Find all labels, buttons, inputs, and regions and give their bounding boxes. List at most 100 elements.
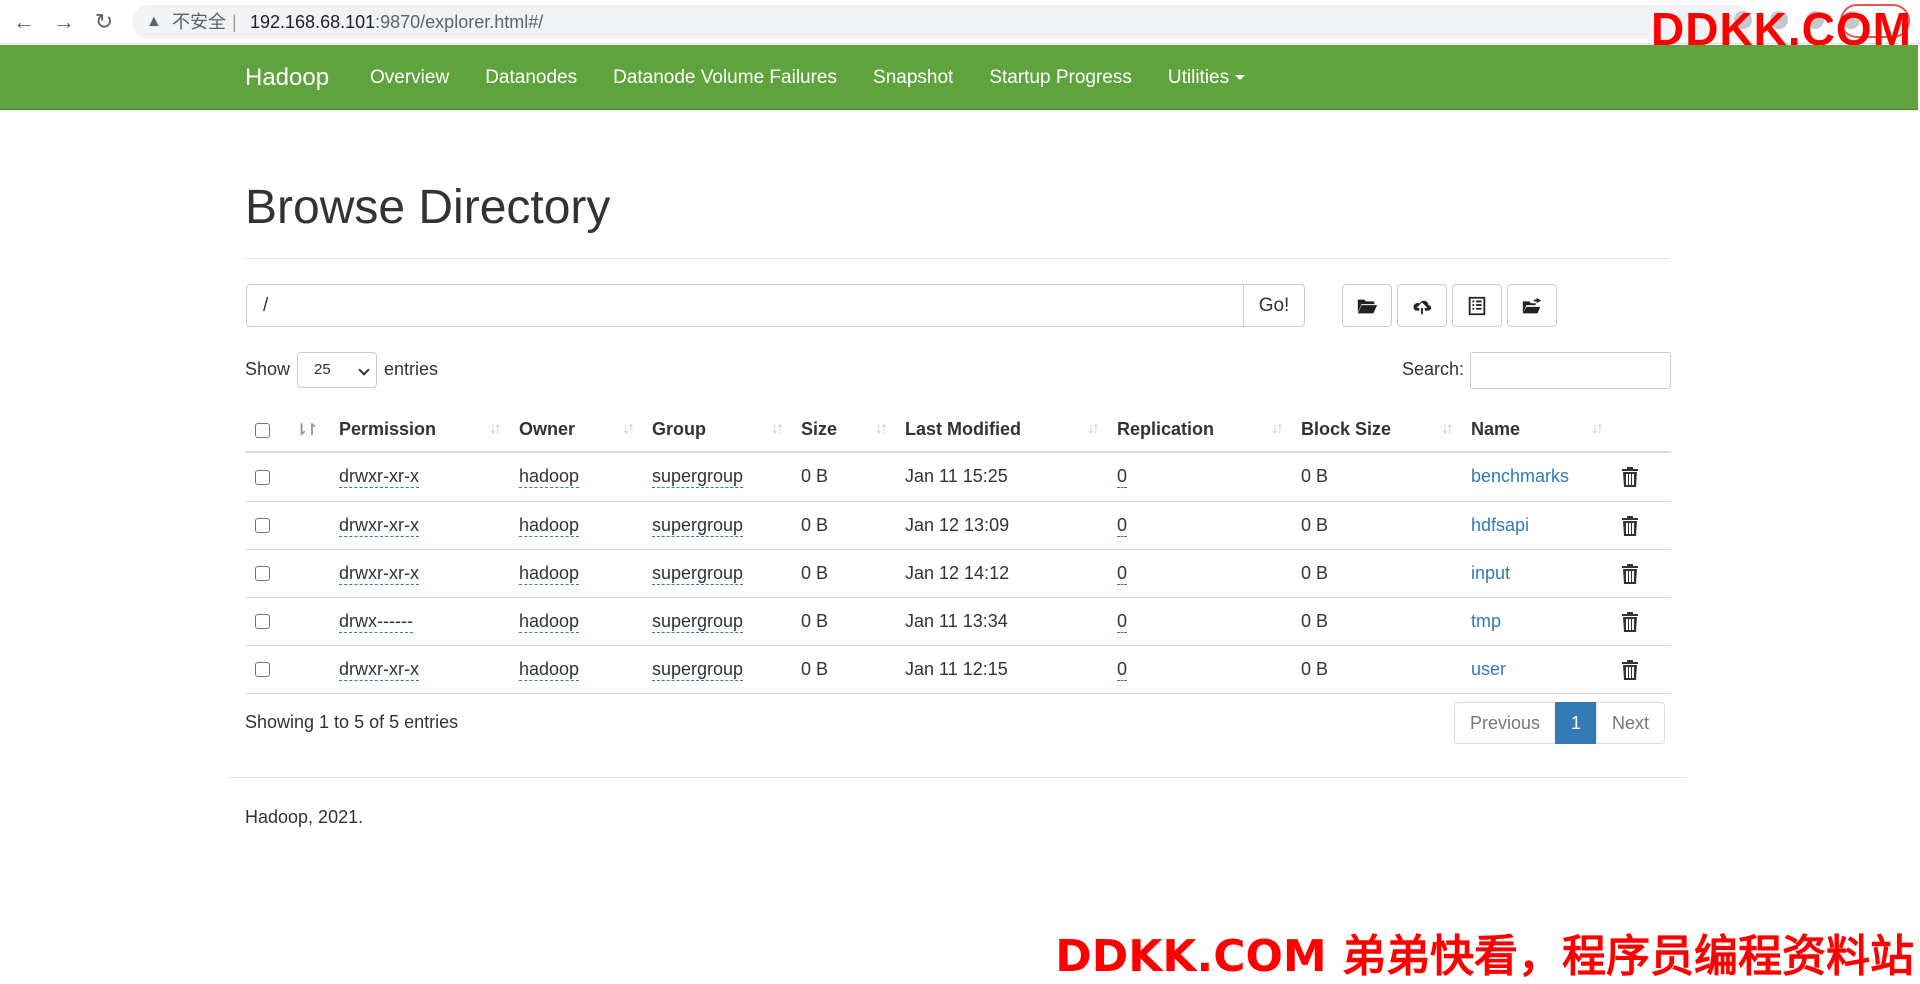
permission-cell[interactable]: drwxr-xr-x (339, 562, 419, 585)
group-cell[interactable]: supergroup (652, 514, 744, 537)
browser-toolbar: ← → ↻ ▲ 不安全 | 192.168.68.101:9870/explore… (0, 0, 1920, 44)
page-size-select[interactable]: 25 (297, 352, 377, 388)
block-size-cell: 0 B (1291, 452, 1461, 502)
nav-snapshot[interactable]: Snapshot (855, 45, 971, 110)
row-checkbox[interactable] (255, 518, 270, 534)
col-block-size[interactable]: Block Size ↓↑ (1291, 408, 1461, 453)
replication-cell[interactable]: 0 (1117, 466, 1128, 489)
name-link[interactable]: input (1471, 563, 1510, 583)
col-permission[interactable]: Permission ↓↑ (329, 408, 509, 453)
row-checkbox[interactable] (255, 614, 270, 630)
forward-icon[interactable]: → (48, 6, 80, 38)
owner-cell[interactable]: hadoop (519, 466, 580, 489)
name-link[interactable]: benchmarks (1471, 466, 1569, 486)
permission-cell[interactable]: drwxr-xr-x (339, 514, 419, 537)
delete-button[interactable] (1611, 501, 1671, 550)
navbar-brand[interactable]: Hadoop (245, 45, 329, 110)
trash-icon (1622, 611, 1638, 632)
reload-icon[interactable]: ↻ (88, 6, 120, 38)
footer-text: Hadoop, 2021. (245, 807, 364, 827)
replication-cell[interactable]: 0 (1117, 562, 1128, 585)
permission-cell[interactable]: drwx------ (339, 610, 413, 633)
search-input[interactable] (1470, 352, 1671, 389)
row-checkbox[interactable] (255, 566, 270, 582)
col-replication[interactable]: Replication ↓↑ (1107, 408, 1291, 453)
page-1-button[interactable]: 1 (1555, 702, 1598, 744)
replication-cell[interactable]: 0 (1117, 514, 1128, 537)
trash-icon (1622, 659, 1638, 680)
owner-cell[interactable]: hadoop (519, 610, 580, 633)
sort-icon: ↓↑ (1087, 420, 1100, 437)
sort-icon: ⇂↾ (295, 422, 319, 439)
nav-utilities[interactable]: Utilities (1150, 45, 1263, 110)
name-link[interactable]: user (1471, 659, 1506, 679)
col-group[interactable]: Group ↓↑ (642, 408, 791, 453)
owner-cell[interactable]: hadoop (519, 514, 580, 537)
page-size-value: 25 (314, 361, 331, 378)
cut-button[interactable] (1452, 284, 1502, 327)
back-icon[interactable]: ← (8, 6, 40, 38)
url-path: :9870/explorer.html#/ (375, 12, 544, 32)
upload-button[interactable] (1397, 284, 1447, 327)
insecure-label: 不安全 | (172, 12, 237, 32)
select-all-checkbox[interactable] (255, 422, 270, 438)
delete-button[interactable] (1611, 597, 1671, 646)
delete-button[interactable] (1611, 549, 1671, 598)
row-checkbox[interactable] (255, 470, 270, 485)
group-cell[interactable]: supergroup (652, 562, 744, 585)
group-cell[interactable]: supergroup (652, 658, 744, 681)
modified-cell: Jan 11 12:15 (895, 645, 1107, 694)
nav-startup-progress[interactable]: Startup Progress (971, 45, 1150, 110)
size-cell: 0 B (791, 501, 895, 550)
sort-default-header[interactable]: ⇂↾ (287, 408, 329, 453)
delete-button[interactable] (1611, 645, 1671, 694)
replication-cell[interactable]: 0 (1117, 658, 1128, 681)
size-cell: 0 B (791, 452, 895, 502)
folder-move-icon (1522, 297, 1542, 313)
previous-button[interactable]: Previous (1454, 702, 1557, 744)
col-size-label: Size (801, 419, 838, 439)
next-button[interactable]: Next (1596, 702, 1666, 744)
name-link[interactable]: tmp (1471, 611, 1501, 631)
nav-datanodes[interactable]: Datanodes (467, 45, 595, 110)
name-link[interactable]: hdfsapi (1471, 515, 1529, 535)
table-row: drwxr-xr-x hadoop supergroup 0 B Jan 12 … (245, 501, 1671, 550)
col-last-modified[interactable]: Last Modified ↓↑ (895, 408, 1107, 453)
table-row: drwx------ hadoop supergroup 0 B Jan 11 … (245, 597, 1671, 646)
search-label: Search: (1402, 359, 1465, 379)
nav-links: Overview Datanodes Datanode Volume Failu… (352, 45, 1263, 110)
block-size-cell: 0 B (1291, 597, 1461, 646)
row-checkbox[interactable] (255, 662, 270, 678)
col-block-size-label: Block Size (1301, 419, 1392, 439)
caret-down-icon (1235, 75, 1246, 81)
size-cell: 0 B (791, 549, 895, 598)
permission-cell[interactable]: drwxr-xr-x (339, 466, 419, 489)
trash-icon (1622, 515, 1638, 536)
top-navbar: Hadoop Overview Datanodes Datanode Volum… (0, 45, 1918, 110)
group-cell[interactable]: supergroup (652, 610, 744, 633)
replication-cell[interactable]: 0 (1117, 610, 1128, 633)
col-name[interactable]: Name ↓↑ (1461, 408, 1611, 453)
col-owner[interactable]: Owner ↓↑ (509, 408, 642, 453)
create-directory-button[interactable] (1342, 284, 1392, 327)
go-button[interactable]: Go! (1243, 284, 1305, 327)
delete-button[interactable] (1611, 452, 1671, 502)
nav-volume-failures[interactable]: Datanode Volume Failures (595, 45, 855, 110)
address-bar[interactable]: ▲ 不安全 | 192.168.68.101:9870/explorer.html… (132, 5, 1752, 39)
owner-cell[interactable]: hadoop (519, 562, 580, 585)
nav-overview[interactable]: Overview (352, 45, 467, 110)
col-last-modified-label: Last Modified (905, 419, 1021, 439)
paste-button[interactable] (1507, 284, 1557, 327)
owner-cell[interactable]: hadoop (519, 658, 580, 681)
directory-table: ⇂↾ Permission ↓↑ Owner ↓↑ Group ↓↑ Size ↓↑ L… (245, 408, 1671, 694)
permission-cell[interactable]: drwxr-xr-x (339, 658, 419, 681)
col-size[interactable]: Size ↓↑ (791, 408, 895, 453)
col-group-label: Group (652, 419, 706, 439)
size-cell: 0 B (791, 597, 895, 646)
url-text[interactable]: 192.168.68.101:9870/explorer.html#/ (250, 11, 543, 33)
chevron-down-icon (358, 364, 370, 376)
folder-open-icon (1357, 299, 1378, 313)
path-input[interactable] (246, 284, 1244, 327)
group-cell[interactable]: supergroup (652, 466, 744, 489)
block-size-cell: 0 B (1291, 501, 1461, 550)
